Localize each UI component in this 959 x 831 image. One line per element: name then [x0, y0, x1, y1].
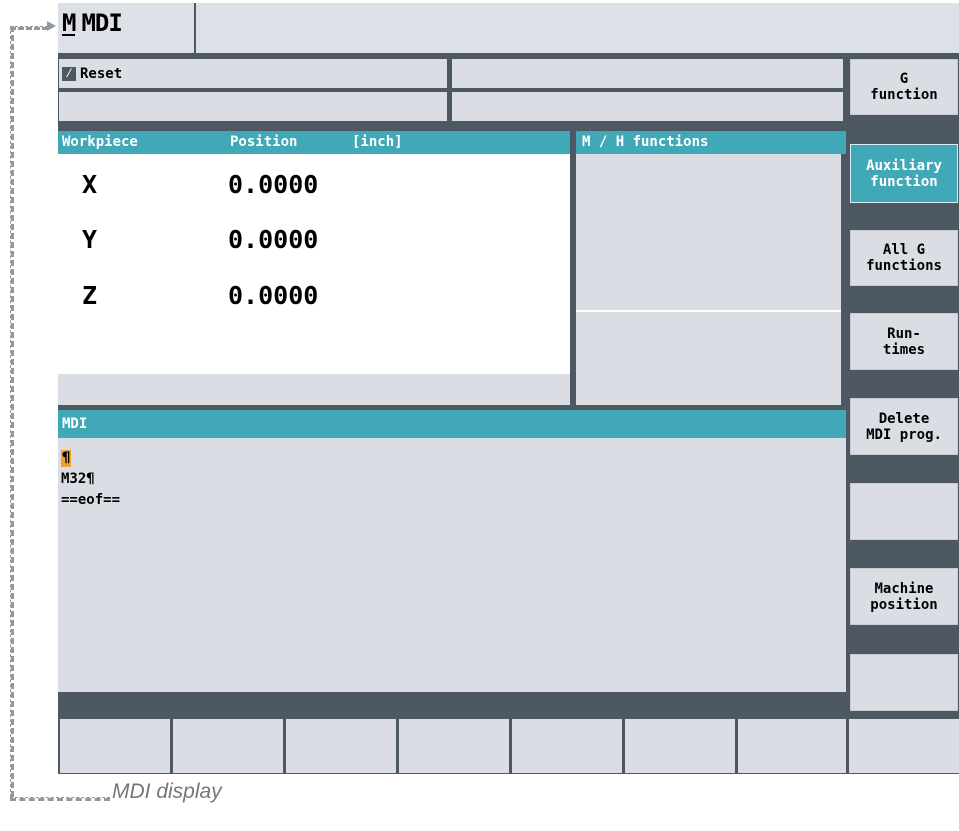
mdi-window-bottom-frame: [58, 692, 846, 714]
axis-z-name: Z: [82, 281, 98, 310]
axis-z-value: 0.0000: [228, 281, 319, 310]
col-position: Position: [230, 134, 298, 150]
mdi-line-3[interactable]: ==eof==: [61, 492, 120, 509]
softkey-g-function[interactable]: G function: [850, 59, 958, 115]
hsoftkey-8[interactable]: [849, 719, 959, 773]
status-cell-right-1: [452, 59, 843, 88]
hsoftkey-1[interactable]: [60, 719, 170, 773]
col-unit: [inch]: [352, 134, 403, 150]
axis-y-name: Y: [82, 225, 98, 254]
status-cell-right-2: [452, 92, 843, 121]
cursor-pilcrow: ¶: [62, 450, 71, 466]
hsoftkey-4[interactable]: [399, 719, 509, 773]
softkey-run-times[interactable]: Run- times: [850, 313, 958, 370]
mh-functions-list: [576, 154, 841, 310]
hsoftkey-6[interactable]: [625, 719, 735, 773]
axis-x-name: X: [82, 170, 98, 199]
mdi-line-2[interactable]: M32¶: [61, 471, 95, 488]
reset-status-cell: ⁄ Reset: [59, 59, 447, 88]
softkey-delete-mdi-prog[interactable]: Delete MDI prog.: [850, 398, 958, 455]
callout-line-top: [10, 26, 48, 30]
mdi-window-title: MDI: [62, 416, 88, 432]
hsoftkey-7[interactable]: [738, 719, 846, 773]
caption: MDI display: [112, 780, 222, 803]
hsoftkey-3[interactable]: [286, 719, 396, 773]
hsoftkey-2[interactable]: [173, 719, 283, 773]
softkey-machine-position[interactable]: Machine position: [850, 568, 958, 625]
window-title: M MDI: [62, 9, 123, 37]
mh-functions-list-2: [576, 312, 841, 405]
axis-y-value: 0.0000: [228, 225, 319, 254]
callout-line-bottom: [10, 797, 110, 801]
mh-functions-title: M / H functions: [582, 134, 709, 150]
softkey-empty-8[interactable]: [850, 654, 958, 711]
axis-x-value: 0.0000: [228, 170, 319, 199]
mdi-mode-icon: M: [62, 9, 76, 37]
position-footer: [58, 374, 570, 405]
mdi-line-1[interactable]: ¶: [61, 450, 72, 467]
mh-functions-header: M / H functions: [576, 131, 846, 154]
mdi-editor[interactable]: ¶ M32¶ ==eof==: [58, 438, 841, 692]
callout-line-vertical: [10, 26, 14, 797]
softkey-auxiliary-function[interactable]: Auxiliary function: [850, 144, 958, 203]
title-separator: [194, 3, 196, 53]
reset-label: Reset: [80, 65, 123, 82]
softkey-empty-6[interactable]: [850, 483, 958, 540]
status-cell-left-2: [59, 92, 447, 121]
mdi-window-header: MDI: [58, 410, 846, 438]
reset-slash-icon: ⁄: [62, 66, 76, 81]
callout-arrow-icon: [47, 21, 56, 31]
softkey-all-g-functions[interactable]: All G functions: [850, 230, 958, 286]
col-workpiece: Workpiece: [62, 134, 138, 150]
position-window-header: Workpiece Position [inch]: [58, 131, 570, 154]
hsoftkey-5[interactable]: [512, 719, 622, 773]
mode-label: MDI: [81, 9, 122, 37]
